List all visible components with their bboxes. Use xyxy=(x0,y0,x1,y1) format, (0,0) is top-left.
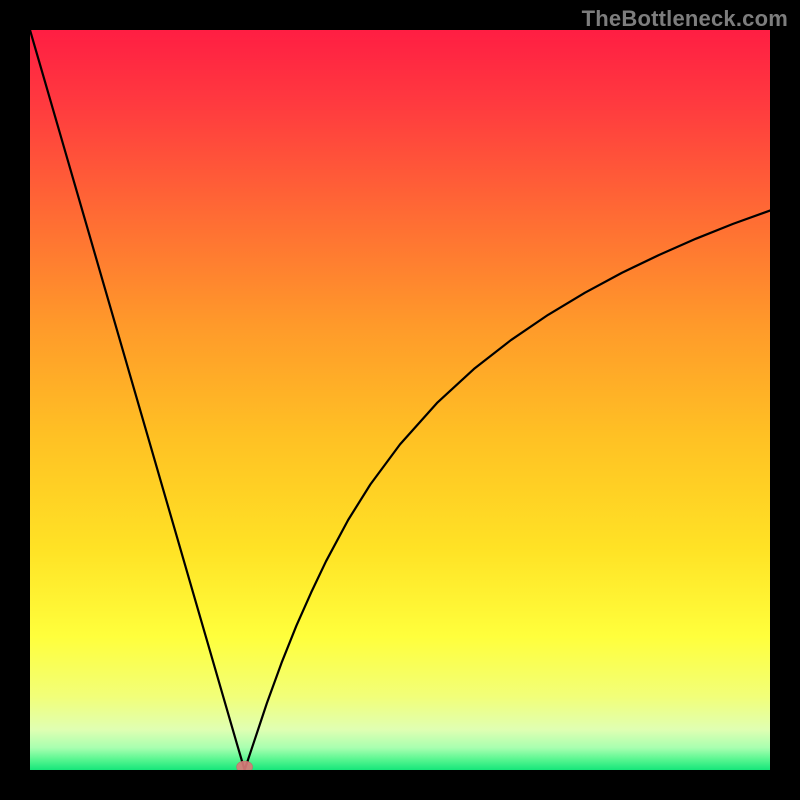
bottleneck-chart xyxy=(30,30,770,770)
watermark-label: TheBottleneck.com xyxy=(582,6,788,32)
optimum-marker xyxy=(237,761,253,770)
plot-area xyxy=(30,30,770,770)
gradient-background xyxy=(30,30,770,770)
chart-frame: TheBottleneck.com xyxy=(0,0,800,800)
